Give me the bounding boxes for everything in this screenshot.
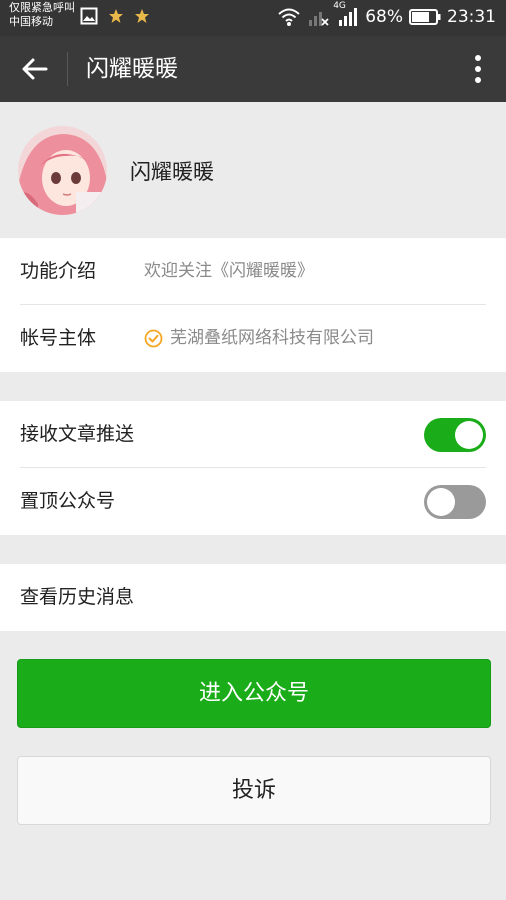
owner-row[interactable]: 帐号主体 芜湖叠纸网络科技有限公司 [20, 305, 486, 372]
carrier-line-name: 中国移动 [9, 15, 53, 28]
status-bar: 仅限紧急呼叫 中国移动 4G 68% 23:31 [0, 0, 506, 36]
intro-label: 功能介绍 [20, 260, 97, 282]
clock: 23:31 [447, 7, 496, 27]
page-title: 闪耀暖暖 [86, 56, 178, 82]
enter-account-button[interactable]: 进入公众号 [17, 659, 491, 728]
receive-articles-toggle[interactable] [424, 418, 486, 452]
appbar-divider [67, 52, 68, 86]
history-label: 查看历史消息 [20, 586, 135, 608]
intro-row: 功能介绍 欢迎关注《闪耀暖暖》 [20, 238, 486, 305]
carrier-line-emergency: 仅限紧急呼叫 [9, 1, 75, 14]
receive-articles-row: 接收文章推送 [20, 401, 486, 468]
image-icon [80, 7, 98, 25]
owner-label: 帐号主体 [20, 327, 97, 349]
info-card: 功能介绍 欢迎关注《闪耀暖暖》 帐号主体 芜湖叠纸网络科技有限公司 [0, 238, 506, 372]
signal-icon: 4G [333, 1, 359, 27]
pin-account-label: 置顶公众号 [20, 490, 116, 512]
complain-button[interactable]: 投诉 [17, 756, 491, 825]
battery-percent: 68% [365, 7, 403, 27]
more-vertical-icon[interactable] [474, 54, 482, 84]
wifi-icon [278, 8, 300, 26]
toggle-knob [455, 421, 483, 449]
toggle-knob [427, 488, 455, 516]
app-bar: 闪耀暖暖 [0, 36, 506, 102]
account-name: 闪耀暖暖 [130, 160, 214, 184]
owner-value: 芜湖叠纸网络科技有限公司 [170, 328, 374, 348]
verified-check-icon [144, 329, 163, 348]
pin-account-row: 置顶公众号 [20, 468, 486, 535]
battery-icon [409, 9, 441, 25]
pin-account-toggle[interactable] [424, 485, 486, 519]
signal-off-icon [309, 12, 329, 26]
avatar[interactable] [18, 126, 107, 215]
carrier-info: 仅限紧急呼叫 中国移动 [9, 1, 75, 29]
star-icon [109, 9, 123, 23]
history-card[interactable]: 查看历史消息 [0, 564, 506, 631]
history-row[interactable]: 查看历史消息 [20, 564, 486, 631]
intro-value: 欢迎关注《闪耀暖暖》 [144, 261, 314, 281]
arrow-left-icon[interactable] [20, 54, 50, 84]
receive-articles-label: 接收文章推送 [20, 423, 135, 445]
profile-header: 闪耀暖暖 [0, 102, 506, 238]
settings-card: 接收文章推送 置顶公众号 [0, 401, 506, 535]
star-icon [135, 9, 149, 23]
